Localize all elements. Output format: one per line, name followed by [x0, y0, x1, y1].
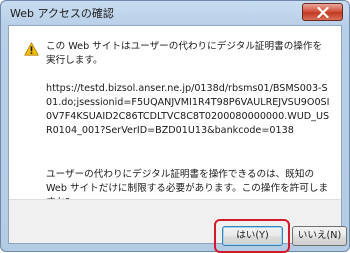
warning-icon [24, 42, 39, 56]
dialog-title: Web アクセスの確認 [10, 7, 114, 20]
title-bar[interactable]: Web アクセスの確認 [1, 1, 349, 25]
yes-button-highlight [214, 219, 290, 253]
no-button[interactable]: いいえ(N) [292, 226, 347, 246]
dialog-content: この Web サイトはユーザーの代わりにデジタル証明書の操作を実行します。 ht… [8, 25, 347, 253]
close-button[interactable] [302, 3, 343, 21]
close-icon [317, 7, 329, 18]
dialog-window: Web アクセスの確認 この Web サイトはユーザーの代わりにデジタル証明書の… [0, 0, 350, 253]
main-message: この Web サイトはユーザーの代わりにデジタル証明書の操作を実行します。 [46, 41, 323, 66]
site-url: https://testd.bizsol.anser.ne.jp/0138d/r… [46, 83, 330, 136]
